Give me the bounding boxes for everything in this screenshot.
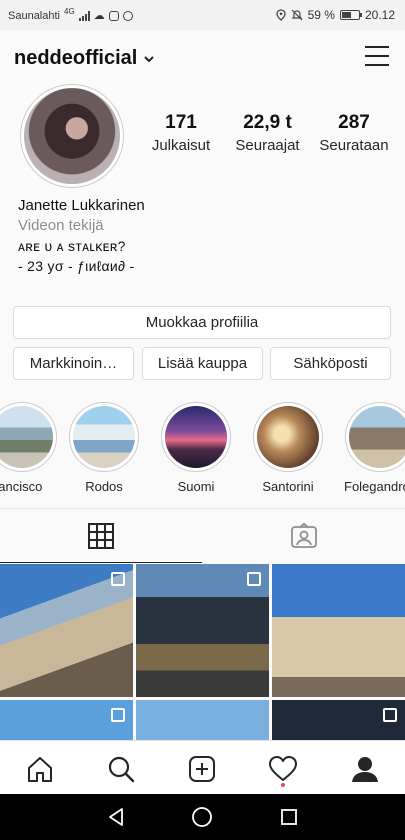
post-thumbnail[interactable] [272,564,405,697]
system-navigation [0,794,405,840]
home-circle-icon [192,807,212,827]
bio-line: ᴀʀᴇ ᴜ ᴀ sᴛᴀʟᴋᴇʀ? [18,238,126,254]
post-thumbnail[interactable] [272,700,405,740]
posts-grid [0,564,405,740]
highlight-label: Santorini [262,479,314,494]
multiple-photos-icon [383,708,397,722]
profile-bio: Janette Lukkarinen Videon tekijä ᴀʀᴇ ᴜ ᴀ… [18,197,388,274]
cloud-icon: ☁ [93,10,105,22]
post-thumbnail[interactable] [0,700,133,740]
avatar[interactable] [20,84,124,188]
highlight-label: Francisco [0,479,43,494]
username: neddeofficial [14,47,138,69]
nav-new-post[interactable] [187,754,217,784]
activity-heart-icon [269,756,297,781]
network-type: 4G [64,7,75,16]
back-triangle-icon [109,808,123,826]
carrier-name: Saunalahti [8,9,60,22]
highlight-image [349,406,405,468]
recents-button[interactable] [277,805,301,829]
search-icon [108,756,135,783]
sync-icon [122,10,133,21]
back-button[interactable] [104,805,128,829]
highlight-item[interactable]: Suomi [160,402,232,494]
status-bar: Saunalahti 4G ☁ 59 % 20.12 [0,0,405,30]
marketing-button[interactable]: Markkinoin… [13,347,134,380]
profile-stats: 171 Julkaisut 22,9 t Seuraajat 287 Seura… [140,112,395,154]
category-label: Videon tekijä [18,217,104,234]
stat-following[interactable]: 287 Seurataan [313,112,395,154]
battery-percent: 59 % [307,8,335,22]
post-thumbnail[interactable] [136,564,269,697]
highlight-item[interactable]: Rodos [68,402,140,494]
signal-icon [78,10,90,21]
multiple-photos-icon [111,572,125,586]
nav-profile[interactable] [350,754,380,784]
tagged-icon [291,523,317,548]
bio-line: - 23 уσ - ƒιиℓαи∂ - [18,258,135,274]
post-thumbnail[interactable] [136,700,269,740]
location-icon [275,9,286,21]
highlight-image [165,406,227,468]
multiple-photos-icon [111,708,125,722]
highlight-image [257,406,319,468]
stat-label: Julkaisut [151,137,211,154]
tab-posts-grid[interactable] [0,509,202,563]
full-name: Janette Lukkarinen [18,197,145,214]
stat-posts[interactable]: 171 Julkaisut [140,112,222,154]
email-button[interactable]: Sähköposti [270,347,391,380]
nav-home[interactable] [25,754,55,784]
profile-header: neddeofficial [0,30,405,86]
tab-tagged[interactable] [203,509,405,563]
chevron-down-icon [144,55,155,62]
nav-search[interactable] [106,754,136,784]
mute-icon [291,9,303,21]
stat-value: 22,9 t [243,112,292,133]
post-thumbnail[interactable] [0,564,133,697]
add-post-icon [189,756,215,782]
profile-tabs [0,508,405,563]
highlight-image [73,406,135,468]
notification-dot [281,783,285,787]
nav-activity[interactable] [268,754,298,784]
clock: 20.12 [364,8,395,22]
recents-square-icon [281,809,297,825]
profile-icon [352,757,378,782]
highlight-label: Suomi [177,479,215,494]
highlight-item[interactable]: Folegandros [344,402,405,494]
highlight-label: Folegandros [344,479,405,494]
home-icon [28,757,52,782]
edit-profile-button[interactable]: Muokkaa profiilia [13,306,391,339]
highlight-image [0,406,53,468]
add-shop-button[interactable]: Lisää kauppa [142,347,263,380]
highlight-item[interactable]: Santorini [252,402,324,494]
highlight-item[interactable]: Francisco [0,402,58,494]
multiple-photos-icon [247,572,261,586]
instagram-notification-icon [108,10,119,21]
highlight-label: Rodos [85,479,123,494]
stat-value: 171 [165,112,197,133]
grid-icon [88,522,114,549]
avatar-photo [24,88,120,184]
battery-icon [339,10,362,20]
account-switcher[interactable]: neddeofficial [14,47,155,70]
menu-icon[interactable] [365,46,389,66]
stat-followers[interactable]: 22,9 t Seuraajat [227,112,309,154]
stat-value: 287 [338,112,370,133]
stat-label: Seuraajat [235,137,300,154]
bottom-navigation [0,740,405,794]
story-highlights: Francisco Rodos Suomi Santorini Folegand… [0,402,405,502]
home-button[interactable] [190,805,214,829]
stat-label: Seurataan [319,137,389,154]
